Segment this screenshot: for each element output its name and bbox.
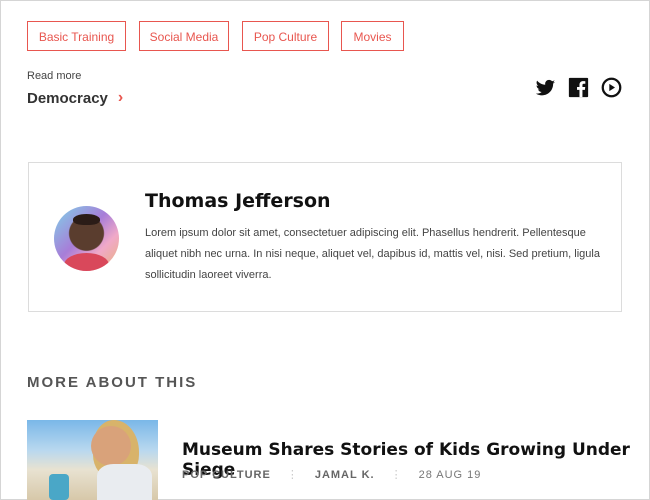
- article-category[interactable]: POP CULTURE: [182, 469, 271, 481]
- meta-separator: ⋮: [390, 469, 403, 481]
- article-date: 28 AUG 19: [418, 468, 482, 481]
- author-bio: Lorem ipsum dolor sit amet, consectetuer…: [145, 227, 600, 281]
- article-meta: POP CULTURE ⋮ JAMAL K. ⋮ 28 AUG 19: [182, 468, 482, 482]
- read-more-link-text: Democracy: [27, 89, 108, 107]
- tag-pop-culture[interactable]: Pop Culture: [242, 21, 329, 51]
- facebook-icon[interactable]: [568, 77, 589, 98]
- tag-movies[interactable]: Movies: [341, 21, 404, 51]
- chevron-right-icon: ›: [117, 89, 124, 106]
- tag-social-media[interactable]: Social Media: [139, 21, 229, 51]
- tag-basic-training[interactable]: Basic Training: [27, 21, 126, 51]
- meta-separator: ⋮: [286, 469, 299, 481]
- youtube-icon[interactable]: [601, 77, 622, 98]
- social-links: [535, 77, 622, 98]
- author-avatar: [54, 206, 119, 271]
- article-author[interactable]: JAMAL K.: [315, 469, 375, 481]
- author-name: Thomas Jefferson: [145, 190, 331, 212]
- read-more-label: Read more: [27, 70, 82, 82]
- read-more-link[interactable]: Democracy ›: [27, 89, 123, 107]
- article-thumbnail[interactable]: [27, 420, 158, 500]
- twitter-icon[interactable]: [535, 77, 556, 98]
- section-heading: MORE ABOUT THIS: [27, 374, 198, 391]
- author-card: Thomas Jefferson Lorem ipsum dolor sit a…: [28, 162, 622, 312]
